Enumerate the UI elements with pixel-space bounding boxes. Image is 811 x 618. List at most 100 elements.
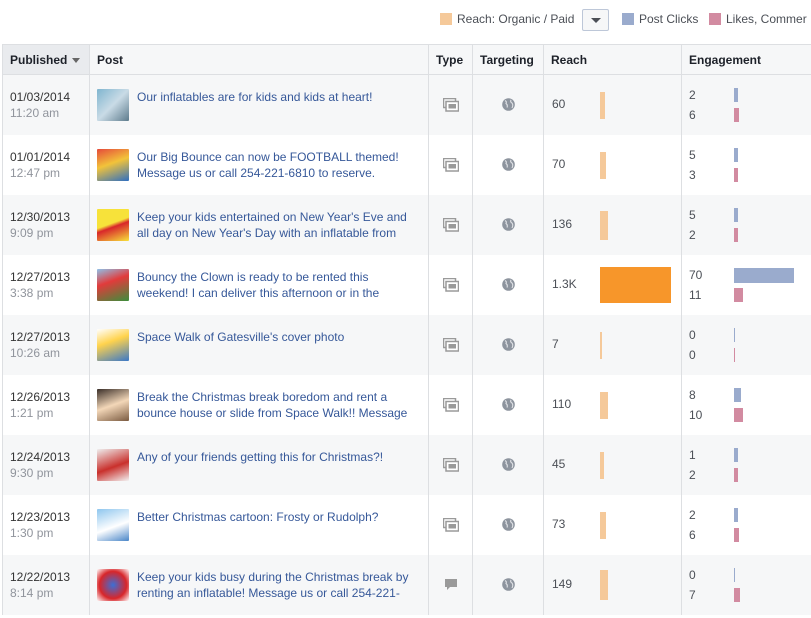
header-targeting[interactable]: Targeting [472,44,544,75]
post-date: 12/26/2013 [10,389,71,404]
reach-cell: 1.3K [543,254,682,315]
post-clicks-bar[interactable] [734,567,735,582]
post-clicks-bar[interactable] [734,507,738,522]
reach-bar[interactable] [600,210,608,240]
post-link[interactable]: Keep your kids entertained on New Year's… [137,209,421,241]
cover-photo-thumbnail[interactable] [97,328,129,361]
likes-bar[interactable] [734,467,738,482]
reach-value: 7 [552,336,559,351]
post-clicks-bar[interactable] [734,267,794,283]
reach-bar[interactable] [600,569,608,600]
header-published[interactable]: Published [2,44,90,75]
post-cell: Our Big Bounce can now be FOOTBALL theme… [89,134,429,195]
post-link[interactable]: Our Big Bounce can now be FOOTBALL theme… [137,149,421,181]
kid-photo-thumbnail[interactable] [97,88,129,121]
table-row[interactable]: 12/30/2013 9:09 pm Keep your kids entert… [2,194,811,255]
header-engagement[interactable]: Engagement [681,44,811,75]
special-offer-image-thumbnail[interactable] [97,208,129,241]
post-clicks-bar[interactable] [734,327,735,342]
likes-bar[interactable] [734,347,735,362]
post-link[interactable]: Break the Christmas break boredom and re… [137,389,421,421]
likes-value: 6 [689,527,696,542]
reach-cell: 110 [543,374,682,435]
engagement-cell: 2 6 [681,74,811,135]
likes-bar[interactable] [734,227,738,242]
table-row[interactable]: 12/24/2013 9:30 pm Any of your friends g… [2,434,811,495]
engagement-cell: 2 6 [681,494,811,555]
post-link[interactable]: Bouncy the Clown is ready to be rented t… [137,269,421,301]
reach-bar[interactable] [600,451,604,479]
reach-bar[interactable] [600,92,605,119]
public-globe-icon [501,278,515,291]
likes-bar[interactable] [734,407,743,422]
post-date: 12/27/2013 [10,329,71,344]
table-row[interactable]: 01/01/2014 12:47 pm Our Big Bounce can n… [2,134,811,195]
photo-type-icon [442,277,459,292]
header-post[interactable]: Post [89,44,429,75]
post-link[interactable]: Any of your friends getting this for Chr… [137,449,383,481]
public-globe-icon [501,218,515,231]
type-cell [428,494,473,555]
post-time: 9:30 pm [10,465,54,480]
post-link[interactable]: Our inflatables are for kids and kids at… [137,89,372,121]
post-clicks-bar[interactable] [734,387,741,402]
header-engagement-label: Engagement [689,52,762,67]
type-cell [428,374,473,435]
reach-dropdown-button[interactable] [582,9,609,31]
table-row[interactable]: 12/26/2013 1:21 pm Break the Christmas b… [2,374,811,435]
reach-bar[interactable] [600,266,671,303]
reach-value: 60 [552,97,566,111]
engagement-cell: 5 3 [681,134,811,195]
table-row[interactable]: 12/27/2013 3:38 pm Bouncy the Clown is r… [2,254,811,315]
reach-cell: 70 [543,134,682,195]
targeting-cell [472,434,544,495]
post-time: 10:26 am [10,345,61,360]
likes-bar[interactable] [734,167,738,182]
post-date: 12/24/2013 [10,449,71,464]
reach-value: 45 [552,456,566,471]
reach-swatch [440,13,452,25]
likes-value: 11 [689,287,702,302]
likes-bar[interactable] [734,587,740,602]
post-clicks-value: 8 [689,387,696,402]
header-reach[interactable]: Reach [543,44,682,75]
table-header-row: Published Post Type Targeting Reach Enga… [2,44,811,75]
post-link[interactable]: Space Walk of Gatesville's cover photo [137,329,344,361]
post-time: 9:09 pm [10,225,54,240]
snowman-cartoon-thumbnail[interactable] [97,508,129,541]
post-cell: Keep your kids entertained on New Year's… [89,194,429,255]
post-clicks-bar[interactable] [734,207,738,222]
status-type-icon [444,578,457,590]
inflatable-photo-thumbnail[interactable] [97,568,129,601]
reach-bar[interactable] [600,331,602,359]
likes-value: 3 [689,167,696,182]
reach-cell: 136 [543,194,682,255]
public-globe-icon [501,398,515,411]
table-row[interactable]: 12/23/2013 1:30 pm Better Christmas cart… [2,494,811,555]
likes-bar[interactable] [734,527,739,542]
post-clicks-value: 2 [689,88,696,102]
type-cell [428,314,473,375]
santa-photo-thumbnail[interactable] [97,448,129,481]
legend-reach-label: Reach: Organic / Paid [457,12,575,26]
reach-bar[interactable] [600,391,608,419]
child-photo-thumbnail[interactable] [97,388,129,421]
type-cell [428,254,473,315]
likes-bar[interactable] [734,287,743,302]
header-type[interactable]: Type [428,44,473,75]
post-clicks-bar[interactable] [734,147,738,162]
reach-cell: 73 [543,494,682,555]
reach-bar[interactable] [600,151,606,179]
likes-bar[interactable] [734,108,739,122]
table-row[interactable]: 01/03/2014 11:20 am Our inflatables are … [2,74,811,135]
table-row[interactable]: 12/22/2013 8:14 pm Keep your kids busy d… [2,554,811,615]
clown-bounce-photo-thumbnail[interactable] [97,268,129,301]
bounce-house-photo-thumbnail[interactable] [97,148,129,181]
post-link[interactable]: Keep your kids busy during the Christmas… [137,569,421,601]
post-link[interactable]: Better Christmas cartoon: Frosty or Rudo… [137,509,378,541]
reach-bar[interactable] [600,511,606,539]
table-row[interactable]: 12/27/2013 10:26 am Space Walk of Gatesv… [2,314,811,375]
reach-cell: 7 [543,314,682,375]
post-clicks-bar[interactable] [734,447,738,462]
post-clicks-bar[interactable] [734,88,738,102]
